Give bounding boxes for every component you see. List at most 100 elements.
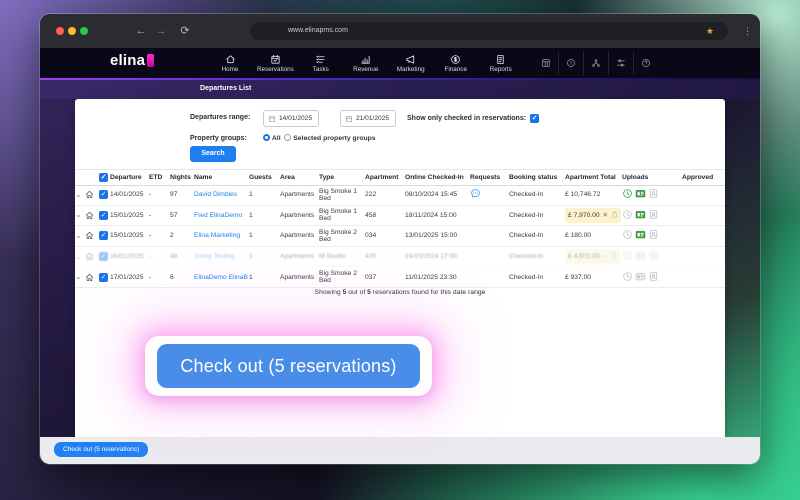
row-checkbox[interactable]: ✓ — [99, 272, 108, 282]
table-row: ⌄ ✓ 16/01/2025 - 48 Jonny Testing 1 Apar… — [75, 247, 725, 268]
cell-departure: 14/01/2025 — [110, 191, 144, 199]
close-window-button[interactable] — [56, 27, 64, 35]
nav-item-marketing[interactable]: Marketing — [393, 48, 429, 78]
minimize-window-button[interactable] — [68, 27, 76, 35]
guest-name-link[interactable]: Jonny Testing — [194, 253, 249, 260]
history-clock-icon[interactable] — [622, 250, 633, 263]
finance-icon — [450, 54, 461, 65]
note-doc-icon[interactable] — [610, 251, 617, 262]
cell-apartment-total: £ 937.00 — [565, 274, 622, 281]
expand-row-icon[interactable]: ⌄ — [75, 231, 85, 240]
cell-area: Apartments — [280, 232, 315, 240]
table-body: ⌄ ✓ 14/01/2025 - 97 David Dimbles 1 Apar… — [75, 185, 725, 288]
cell-uploads — [622, 250, 682, 263]
request-chat-bubble-icon[interactable] — [470, 189, 481, 201]
history-clock-icon[interactable] — [622, 209, 633, 222]
elina-logo-icon — [147, 54, 155, 67]
person-badge-icon[interactable] — [648, 229, 659, 242]
app-logo-text: elina — [110, 52, 146, 69]
help-icon[interactable] — [633, 51, 658, 75]
cell-etd: - — [149, 191, 152, 199]
expand-row-icon[interactable]: ⌄ — [75, 252, 85, 261]
id-card-icon[interactable] — [635, 250, 646, 263]
property-house-icon — [85, 273, 99, 282]
person-badge-icon[interactable] — [648, 209, 659, 222]
column-header: Apartment Total — [565, 174, 616, 181]
date-to-input[interactable]: 21/01/2025 — [340, 110, 396, 127]
checked-in-checkbox[interactable]: ✓ — [530, 114, 540, 123]
total-flag: -- — [602, 253, 607, 261]
reload-icon[interactable]: ⟳ — [176, 22, 194, 40]
cell-type: Big Smoke 2 Bed — [319, 270, 357, 285]
page-viewport: Departures List Departures range: 14/01/… — [40, 80, 760, 464]
row-checkbox[interactable]: ✓ — [99, 210, 108, 220]
checked-in-label: Show only checked in reservations: — [407, 115, 527, 122]
status-circle-icon[interactable] — [558, 51, 583, 75]
nav-item-label: Tasks — [312, 65, 329, 73]
column-header: Online Checked-In — [405, 174, 464, 181]
nav-item-label: Reservations — [257, 65, 294, 73]
app-logo[interactable]: elina — [110, 52, 155, 69]
radio-all[interactable] — [263, 134, 270, 141]
row-checkbox[interactable]: ✓ — [99, 252, 108, 262]
person-badge-icon[interactable] — [648, 271, 659, 284]
cell-area: Apartments — [280, 211, 315, 219]
sitemap-icon[interactable] — [583, 51, 608, 75]
nav-item-reports[interactable]: Reports — [483, 48, 519, 78]
column-header: Type — [319, 174, 335, 181]
nav-item-reservations[interactable]: Reservations — [257, 48, 294, 78]
search-button[interactable]: Search — [190, 146, 236, 162]
history-clock-icon[interactable] — [622, 188, 633, 201]
cell-etd: - — [149, 211, 152, 219]
id-card-icon[interactable] — [635, 271, 646, 284]
cell-requests — [470, 188, 509, 201]
table-row: ⌄ ✓ 15/01/2025 - 2 Elina Marketing 1 Apa… — [75, 226, 725, 247]
row-checkbox[interactable]: ✓ — [99, 190, 108, 200]
guest-name-link[interactable]: Fred ElinaDemo — [194, 212, 249, 219]
id-card-icon[interactable] — [635, 188, 646, 201]
settings-icon[interactable] — [608, 51, 633, 75]
select-all-checkbox[interactable]: ✓ — [99, 173, 108, 182]
calendar-grid-icon[interactable] — [534, 51, 558, 75]
nav-item-revenue[interactable]: Revenue — [348, 48, 384, 78]
back-icon[interactable]: ← — [132, 22, 150, 40]
radio-selected-groups[interactable] — [284, 134, 292, 141]
nav-item-home[interactable]: Home — [212, 48, 248, 78]
nav-item-label: Revenue — [353, 65, 379, 73]
guest-name-link[interactable]: Elina Marketing — [194, 232, 249, 239]
cell-uploads — [622, 229, 682, 242]
cell-type: M Studio — [319, 253, 346, 261]
nav-item-tasks[interactable]: Tasks — [303, 48, 339, 78]
person-badge-icon[interactable] — [648, 250, 659, 263]
checkout-button-large[interactable]: Check out (5 reservations) — [157, 344, 420, 388]
nav-item-finance[interactable]: Finance — [438, 48, 474, 78]
history-clock-icon[interactable] — [622, 229, 633, 242]
bookmark-star-icon[interactable]: ★ — [706, 26, 714, 36]
cell-guests: 1 — [249, 273, 253, 281]
guest-name-link[interactable]: David Dimbles — [194, 191, 249, 198]
id-card-icon[interactable] — [635, 229, 646, 242]
url-bar[interactable]: www.elinapms.com ★ — [250, 22, 728, 40]
browser-menu-icon[interactable]: ⋮ — [743, 22, 752, 40]
history-clock-icon[interactable] — [622, 271, 633, 284]
cell-area: Apartments — [280, 191, 315, 199]
apartment-total-value: £ 4,501.00 — [568, 253, 600, 261]
expand-row-icon[interactable]: ⌄ — [75, 211, 85, 219]
date-from-input[interactable]: 14/01/2025 — [263, 110, 319, 127]
nav-item-label: Home — [221, 65, 239, 73]
checkout-button-small[interactable]: Check out (5 reservations) — [54, 442, 149, 457]
cell-online-checked-in: 11/01/2025 23:30 — [405, 273, 457, 281]
home-icon — [225, 54, 236, 65]
cell-nights: 48 — [170, 253, 178, 261]
id-card-icon[interactable] — [635, 209, 646, 222]
forward-icon[interactable]: → — [152, 22, 170, 40]
guest-name-link[interactable]: ElinaDemo ElinaB — [194, 274, 249, 281]
row-checkbox[interactable]: ✓ — [99, 231, 108, 241]
expand-row-icon[interactable]: ⌄ — [75, 190, 85, 199]
maximize-window-button[interactable] — [80, 27, 88, 35]
note-doc-icon[interactable] — [611, 210, 618, 221]
expand-row-icon[interactable]: ⌄ — [75, 273, 85, 281]
url-text: www.elinapms.com — [288, 27, 348, 34]
property-house-icon — [85, 190, 99, 199]
person-badge-icon[interactable] — [648, 188, 659, 201]
